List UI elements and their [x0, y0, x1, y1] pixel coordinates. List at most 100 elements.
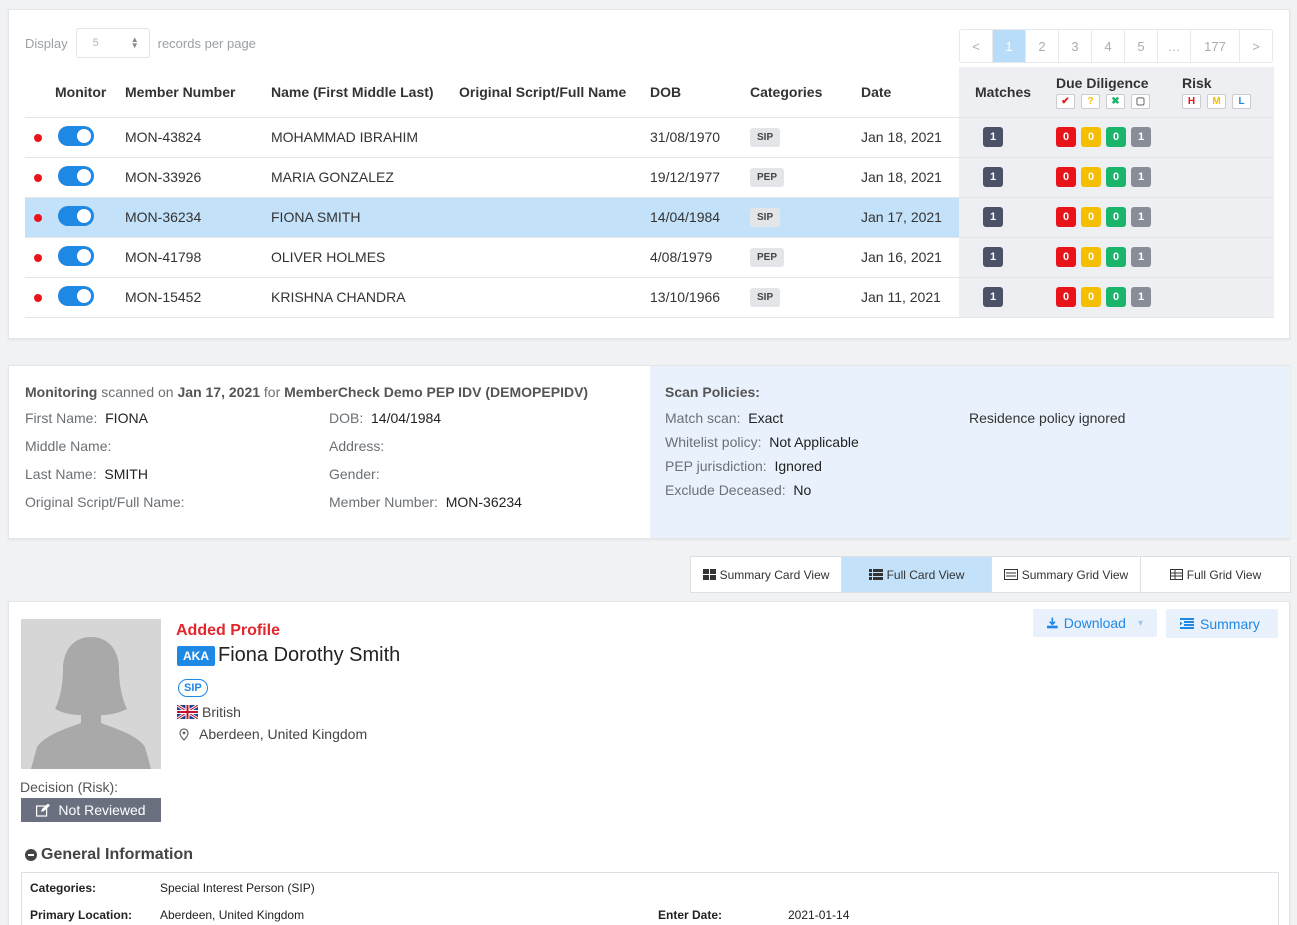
dob-header[interactable]: DOB [650, 67, 750, 118]
summary-grid-view-button[interactable]: Summary Grid View [991, 557, 1140, 592]
dd-cleared-count[interactable]: 0 [1056, 287, 1076, 307]
monitor-header[interactable]: Monitor [55, 67, 125, 118]
scanned-on-text: scanned on [101, 384, 174, 400]
monitor-toggle[interactable] [58, 125, 94, 146]
alert-dot-icon [34, 294, 42, 302]
dd-cleared-count[interactable]: 0 [1056, 127, 1076, 147]
dd-not-reviewed-count[interactable]: 1 [1131, 287, 1151, 307]
risk-cell [1182, 277, 1274, 318]
dd-unsure-count[interactable]: 0 [1081, 247, 1101, 267]
pagination-page-2[interactable]: 2 [1025, 30, 1058, 62]
categories-label: Categories: [30, 881, 97, 895]
cleared-check-icon[interactable]: ✔ [1056, 93, 1075, 109]
dd-unsure-count[interactable]: 0 [1081, 167, 1101, 187]
edit-icon [36, 803, 51, 817]
monitor-toggle[interactable] [58, 165, 94, 186]
table-row[interactable]: MON-15452 KRISHNA CHANDRA 13/10/1966 SIP… [25, 277, 1274, 318]
original-script-label: Original Script/Full Name: [25, 494, 185, 510]
dd-match-count[interactable]: 0 [1106, 287, 1126, 307]
member-number-cell: MON-43824 [125, 117, 271, 158]
dd-match-count[interactable]: 0 [1106, 247, 1126, 267]
monitor-cell [55, 237, 125, 278]
dd-match-count[interactable]: 0 [1106, 127, 1126, 147]
date-cell: Jan 17, 2021 [861, 197, 959, 238]
monitor-toggle[interactable] [58, 205, 94, 226]
pagination-page-5[interactable]: 5 [1124, 30, 1157, 62]
dob-cell: 14/04/1984 [650, 197, 750, 238]
date-header[interactable]: Date [861, 67, 959, 118]
full-card-view-button[interactable]: Full Card View [841, 557, 991, 592]
table-row[interactable]: MON-43824 MOHAMMAD IBRAHIM 31/08/1970 SI… [25, 117, 1274, 158]
matches-badge[interactable]: 1 [983, 287, 1003, 307]
risk-high-badge[interactable]: H [1182, 93, 1201, 109]
alert-dot-icon [34, 174, 42, 182]
match-cross-icon[interactable]: ✖ [1106, 93, 1125, 109]
pagination-page-1[interactable]: 1 [992, 30, 1025, 62]
monitoring-label: Monitoring [25, 384, 98, 400]
minus-circle-icon [25, 849, 37, 861]
monitor-toggle[interactable] [58, 285, 94, 306]
pagination-page-last[interactable]: 177 [1190, 30, 1239, 62]
dd-cleared-count[interactable]: 0 [1056, 247, 1076, 267]
member-number-field: Member Number: MON-36234 [329, 494, 522, 510]
dd-not-reviewed-count[interactable]: 1 [1131, 167, 1151, 187]
dd-unsure-count[interactable]: 0 [1081, 287, 1101, 307]
original-script-header[interactable]: Original Script/Full Name [459, 67, 650, 118]
table-row[interactable]: MON-41798 OLIVER HOLMES 4/08/1979 PEP Ja… [25, 237, 1274, 278]
match-scan-value: Exact [748, 410, 784, 426]
dd-match-count[interactable]: 0 [1106, 207, 1126, 227]
matches-header[interactable]: Matches [959, 67, 1056, 118]
categories-header[interactable]: Categories [750, 67, 861, 118]
risk-low-badge[interactable]: L [1232, 93, 1251, 109]
name-cell: MOHAMMAD IBRAHIM [271, 117, 459, 158]
general-information-toggle[interactable]: General Information [25, 846, 193, 864]
last-name-label: Last Name: [25, 466, 97, 482]
summary-card-view-button[interactable]: Summary Card View [691, 557, 841, 592]
dd-cleared-count[interactable]: 0 [1056, 167, 1076, 187]
table-row-selected[interactable]: MON-36234 FIONA SMITH 14/04/1984 SIP Jan… [25, 197, 1274, 238]
monitor-toggle[interactable] [58, 245, 94, 266]
pagination-page-4[interactable]: 4 [1091, 30, 1124, 62]
unsure-question-icon[interactable]: ? [1081, 93, 1100, 109]
matches-badge[interactable]: 1 [983, 247, 1003, 267]
scan-organization: MemberCheck Demo PEP IDV (DEMOPEPIDV) [284, 384, 589, 400]
pagination-prev[interactable]: < [960, 30, 992, 62]
member-number-header[interactable]: Member Number [125, 67, 271, 118]
dd-cleared-count[interactable]: 0 [1056, 207, 1076, 227]
status-header [25, 67, 55, 118]
name-header[interactable]: Name (First Middle Last) [271, 67, 459, 118]
select-arrows-icon: ▲ ▼ [130, 35, 139, 50]
member-number-cell: MON-15452 [125, 277, 271, 318]
table-row[interactable]: MON-33926 MARIA GONZALEZ 19/12/1977 PEP … [25, 157, 1274, 198]
dd-not-reviewed-count[interactable]: 1 [1131, 247, 1151, 267]
matches-badge[interactable]: 1 [983, 207, 1003, 227]
last-name-value: SMITH [104, 466, 148, 482]
pagination-next[interactable]: > [1239, 30, 1272, 62]
exclude-deceased-field: Exclude Deceased: No [665, 482, 811, 498]
dd-not-reviewed-count[interactable]: 1 [1131, 207, 1151, 227]
dd-match-count[interactable]: 0 [1106, 167, 1126, 187]
due-diligence-cell: 0001 [1056, 237, 1182, 278]
dd-unsure-count[interactable]: 0 [1081, 127, 1101, 147]
full-grid-view-button[interactable]: Full Grid View [1140, 557, 1290, 592]
list-icon [868, 569, 883, 580]
list-indent-icon [1180, 618, 1194, 629]
address-label: Address: [329, 438, 385, 454]
records-per-page-select[interactable]: 5 ▲ ▼ [75, 28, 150, 58]
chevron-down-icon[interactable]: ▾ [1138, 618, 1143, 629]
alert-dot-icon [34, 254, 42, 262]
pagination-page-3[interactable]: 3 [1058, 30, 1091, 62]
category-cell: SIP [750, 277, 861, 318]
matches-badge[interactable]: 1 [983, 127, 1003, 147]
dd-not-reviewed-count[interactable]: 1 [1131, 127, 1151, 147]
member-number-cell: MON-36234 [125, 197, 271, 238]
matches-badge[interactable]: 1 [983, 167, 1003, 187]
dd-unsure-count[interactable]: 0 [1081, 207, 1101, 227]
summary-button[interactable]: Summary [1166, 609, 1278, 638]
decision-button[interactable]: Not Reviewed [21, 798, 161, 822]
not-reviewed-square-icon[interactable]: ▢ [1131, 93, 1150, 109]
risk-medium-badge[interactable]: M [1207, 93, 1226, 109]
download-button[interactable]: Download ▾ [1033, 609, 1157, 637]
primary-location-label: Primary Location: [30, 908, 133, 922]
summary-card-view-label: Summary Card View [719, 567, 830, 582]
